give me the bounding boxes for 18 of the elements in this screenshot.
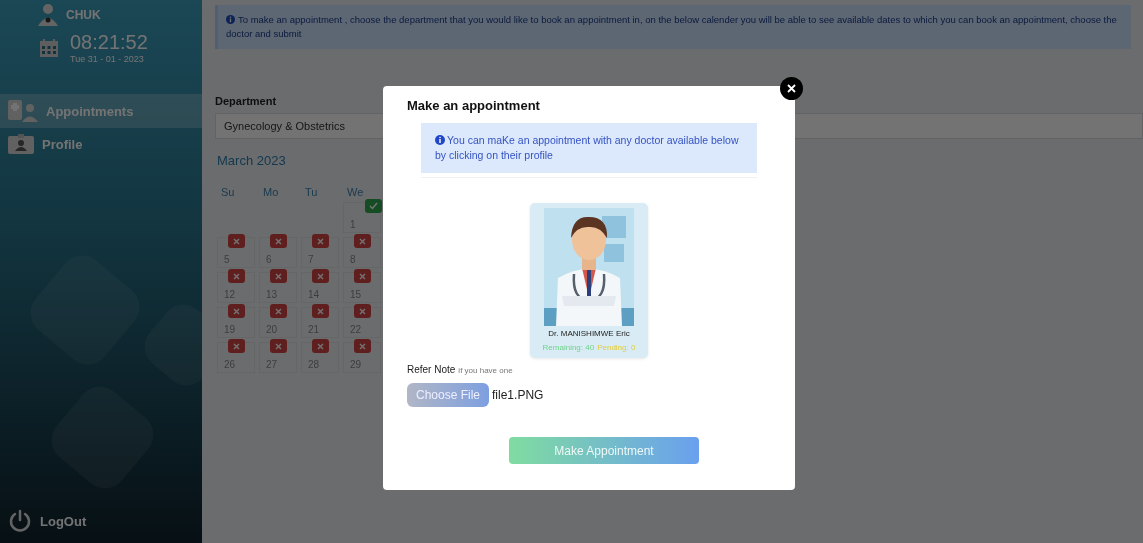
file-name: file1.PNG	[492, 388, 544, 402]
info-alert: You can maKe an appointment with any doctor available below by clicking on their profile	[421, 123, 757, 173]
field-label: Department	[215, 95, 277, 107]
doctor-name: Dr. MANISHIMWE Eric	[548, 329, 630, 338]
weekday-label: Su	[220, 186, 236, 198]
weekday-label: We	[346, 186, 365, 198]
weekday-label: Mo	[262, 186, 280, 198]
remaining-count: Remaining: 40	[542, 343, 595, 352]
refer-note-label: Refer Note if you have one	[407, 364, 514, 375]
clock-time: 08:21:52	[70, 32, 148, 52]
hint-text: if you have one	[458, 366, 513, 375]
clock-date: Tue 31 - 01 - 2023	[70, 54, 145, 64]
info-notice: To make an appointment , choose the department that you would like to book an appointment in, on the below calender you will be able to see available dates to which you can book an appointment, choose the doctor and submit	[215, 5, 1131, 49]
pending-count: Pending: 0	[597, 343, 636, 352]
brand-name: CHUK	[66, 8, 101, 22]
month-title: March 2023	[217, 153, 286, 168]
modal-title: Make an appointment	[407, 98, 541, 113]
weekday-label: Tu	[304, 186, 319, 198]
